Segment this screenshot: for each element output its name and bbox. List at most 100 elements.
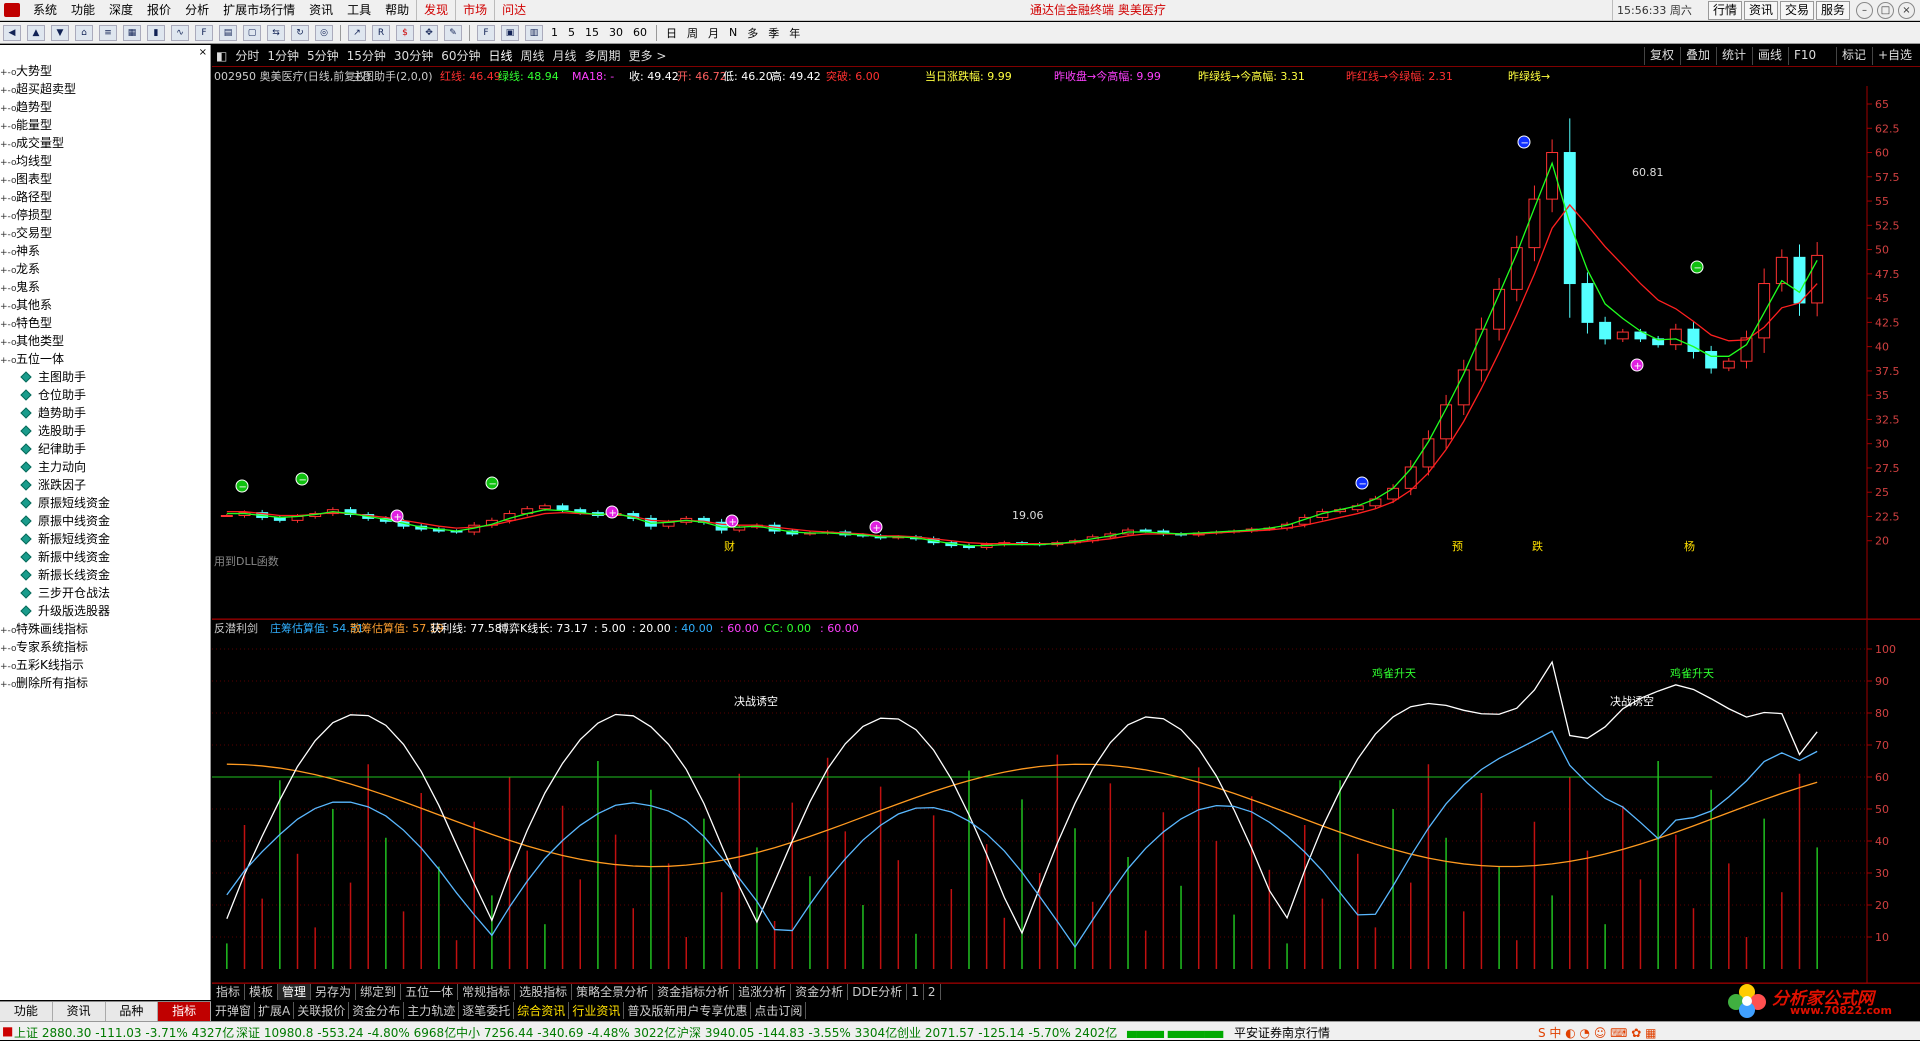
period-multi[interactable]: 多 xyxy=(742,25,763,41)
sidebar-child-item[interactable]: 原振中线资金 xyxy=(20,513,110,530)
indicator-tab[interactable]: 2 xyxy=(924,984,941,1000)
list-icon[interactable]: ≡ xyxy=(99,24,117,41)
layout-icon[interactable]: ▥ xyxy=(525,24,543,41)
sidebar-item[interactable]: +-o交易型 xyxy=(0,225,52,242)
move-icon[interactable]: ✥ xyxy=(420,24,438,41)
extra-tab[interactable]: 点击订阅 xyxy=(751,1002,807,1019)
extra-tab[interactable]: 扩展A xyxy=(255,1002,295,1019)
indicator-tab[interactable]: 指标 xyxy=(212,984,246,1000)
sidebar-item[interactable]: +-o五位一体 xyxy=(0,351,64,368)
sidebar-item[interactable]: +-o超买超卖型 xyxy=(0,81,76,98)
sidebar-child-item[interactable]: 仓位助手 xyxy=(20,387,86,404)
sidebar-item[interactable]: +-o趋势型 xyxy=(0,99,52,116)
menu-item-extended-market[interactable]: 扩展市场行情 xyxy=(216,0,302,21)
sidebar-item[interactable]: +-o均线型 xyxy=(0,153,52,170)
period-month[interactable]: 月 xyxy=(703,25,724,41)
quote-button[interactable]: 行情 xyxy=(1708,1,1743,20)
sidebar-child-item[interactable]: 新振短线资金 xyxy=(20,531,110,548)
menu-item-discover[interactable]: 发现 xyxy=(416,0,455,21)
menu-item-tools[interactable]: 工具 xyxy=(340,0,378,21)
sidebar-item[interactable]: +-o鬼系 xyxy=(0,279,40,296)
dollar-icon[interactable]: $ xyxy=(396,24,414,41)
line-chart-icon[interactable]: ∿ xyxy=(171,24,189,41)
sidebar-child-item[interactable]: 涨跌因子 xyxy=(20,477,86,494)
menu-item-system[interactable]: 系统 xyxy=(26,0,64,21)
index-hs300[interactable]: 沪深 3940.05 -144.83 -3.55% 3304亿 xyxy=(677,1024,897,1041)
tab-info[interactable]: 资讯 xyxy=(53,1002,106,1021)
compare-icon[interactable]: ⇆ xyxy=(267,24,285,41)
tab-indicator[interactable]: 指标 xyxy=(158,1002,211,1021)
index-shenzhen[interactable]: 深证 10980.8 -553.24 -4.80% 6968亿 xyxy=(236,1024,456,1041)
sidebar-item[interactable]: +-o专家系统指标 xyxy=(0,639,88,656)
tab-variety[interactable]: 品种 xyxy=(106,1002,159,1021)
close-icon[interactable]: × xyxy=(1898,2,1915,19)
period-60min[interactable]: 60 xyxy=(628,26,652,39)
home-icon[interactable]: ⌂ xyxy=(75,24,93,41)
extra-tab[interactable]: 行业资讯 xyxy=(569,1002,625,1019)
period-year[interactable]: 年 xyxy=(784,25,805,41)
sidebar-item[interactable]: +-o其他系 xyxy=(0,297,52,314)
menu-item-function[interactable]: 功能 xyxy=(64,0,102,21)
sidebar-child-item[interactable]: 三步开仓战法 xyxy=(20,585,110,602)
extra-tab[interactable]: 逐笔委托 xyxy=(459,1002,515,1019)
indicator-tab[interactable]: 绑定到 xyxy=(356,984,402,1000)
indicator-tab[interactable]: 资金分析 xyxy=(791,984,849,1000)
sidebar-child-item[interactable]: 原振短线资金 xyxy=(20,495,110,512)
extra-tab[interactable]: 普及版新用户专享优惠 xyxy=(624,1002,752,1019)
sidebar-item[interactable]: +-o大势型 xyxy=(0,63,52,80)
menu-item-wenda[interactable]: 问达 xyxy=(494,0,533,21)
menu-item-analysis[interactable]: 分析 xyxy=(178,0,216,21)
sidebar-item[interactable]: +-o成交量型 xyxy=(0,135,64,152)
period-week[interactable]: 周 xyxy=(682,25,703,41)
service-button[interactable]: 服务 xyxy=(1816,1,1851,20)
sidebar-item[interactable]: +-o神系 xyxy=(0,243,40,260)
table-icon[interactable]: ▤ xyxy=(219,24,237,41)
indicator-tab[interactable]: 追涨分析 xyxy=(734,984,792,1000)
extra-tab[interactable]: 综合资讯 xyxy=(514,1002,570,1019)
menu-item-quote[interactable]: 报价 xyxy=(140,0,178,21)
indicator-tab[interactable]: 另存为 xyxy=(311,984,357,1000)
up-icon[interactable]: ▲ xyxy=(27,24,45,41)
trend-icon[interactable]: ↗ xyxy=(348,24,366,41)
indicator-tab[interactable]: 1 xyxy=(907,984,924,1000)
extra-tab[interactable]: 开弹窗 xyxy=(212,1002,256,1019)
back-icon[interactable]: ◀ xyxy=(3,24,21,41)
period-15min[interactable]: 15 xyxy=(580,26,604,39)
sidebar-child-item[interactable]: 主图助手 xyxy=(20,369,86,386)
sidebar-item[interactable]: +-o特殊画线指标 xyxy=(0,621,88,638)
index-chinext[interactable]: 创业 2071.57 -125.14 -5.70% 2402亿 xyxy=(897,1024,1117,1041)
index-shanghai[interactable]: 上证 2880.30 -111.03 -3.71% 4327亿 xyxy=(14,1024,234,1041)
sidebar-item[interactable]: +-o其他类型 xyxy=(0,333,64,350)
indicator-tab[interactable]: 资金指标分析 xyxy=(653,984,735,1000)
target-icon[interactable]: ◎ xyxy=(315,24,333,41)
maximize-icon[interactable]: □ xyxy=(1877,2,1894,19)
sidebar-item[interactable]: +-o龙系 xyxy=(0,261,40,278)
indicator-tab[interactable]: 策略全景分析 xyxy=(572,984,654,1000)
indicator-tab[interactable]: 管理 xyxy=(278,984,312,1000)
sidebar-child-item[interactable]: 主力动向 xyxy=(20,459,86,476)
sidebar-child-item[interactable]: 纪律助手 xyxy=(20,441,86,458)
indicator-tab[interactable]: DDE分析 xyxy=(848,984,908,1000)
refresh-icon[interactable]: ↻ xyxy=(291,24,309,41)
period-n[interactable]: N xyxy=(724,26,742,39)
pencil-icon[interactable]: ✎ xyxy=(444,24,462,41)
window-icon[interactable]: ▢ xyxy=(243,24,261,41)
picture-icon[interactable]: ▣ xyxy=(501,24,519,41)
sidebar-item[interactable]: +-o特色型 xyxy=(0,315,52,332)
tab-function[interactable]: 功能 xyxy=(0,1002,53,1021)
info-button[interactable]: 资讯 xyxy=(1744,1,1779,20)
extra-tab[interactable]: 资金分布 xyxy=(349,1002,405,1019)
sidebar-item[interactable]: +-o图表型 xyxy=(0,171,52,188)
period-30min[interactable]: 30 xyxy=(604,26,628,39)
sidebar-item[interactable]: +-o能量型 xyxy=(0,117,52,134)
sidebar-child-item[interactable]: 趋势助手 xyxy=(20,405,86,422)
menu-item-depth[interactable]: 深度 xyxy=(102,0,140,21)
down-icon[interactable]: ▼ xyxy=(51,24,69,41)
sidebar-child-item[interactable]: 升级版选股器 xyxy=(20,603,110,620)
period-5min[interactable]: 5 xyxy=(563,26,580,39)
kline-chart-svg[interactable]: 65 62.5 60 57.5 55 52.5 50 47.5 45 42.5 40 37.5 35 32… xyxy=(212,45,1920,983)
menu-item-market[interactable]: 市场 xyxy=(455,0,494,21)
menu-item-info[interactable]: 资讯 xyxy=(302,0,340,21)
indicator-tab[interactable]: 模板 xyxy=(245,984,279,1000)
period-1min[interactable]: 1 xyxy=(546,26,563,39)
